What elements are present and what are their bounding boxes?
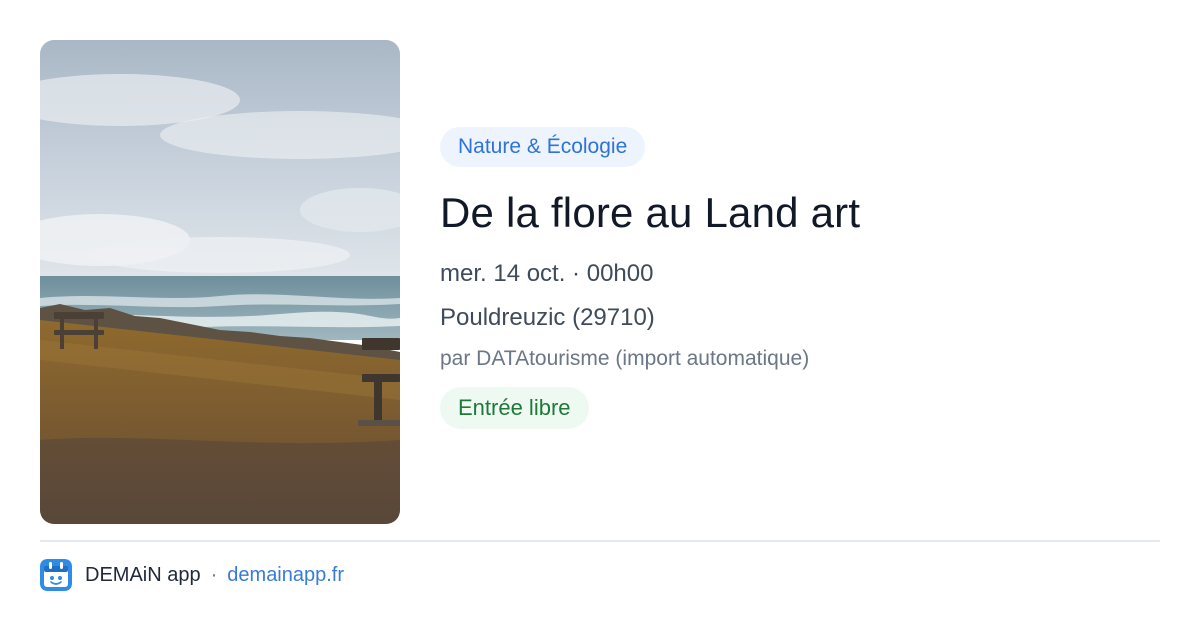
app-url-link[interactable]: demainapp.fr	[227, 564, 344, 587]
event-organizer: par DATAtourisme (import automatique)	[440, 347, 810, 370]
event-info: Nature & Écologie De la flore au Land ar…	[440, 127, 1160, 429]
app-name: DEMAiN app	[85, 563, 201, 586]
category-badge[interactable]: Nature & Écologie	[440, 127, 646, 167]
footer-separator: ·	[210, 563, 218, 586]
event-photo	[40, 40, 400, 524]
event-title: De la flore au Land art	[440, 189, 861, 236]
event-card[interactable]: Nature & Écologie De la flore au Land ar…	[0, 0, 1200, 630]
demain-app-icon	[40, 559, 72, 591]
coastal-landscape-image	[40, 40, 400, 524]
price-badge: Entrée libre	[440, 387, 589, 429]
event-location: Pouldreuzic (29710)	[440, 304, 655, 331]
footer: DEMAiN app · demainapp.fr	[40, 558, 344, 592]
footer-divider	[40, 540, 1160, 542]
event-datetime: mer. 14 oct. · 00h00	[440, 260, 654, 287]
